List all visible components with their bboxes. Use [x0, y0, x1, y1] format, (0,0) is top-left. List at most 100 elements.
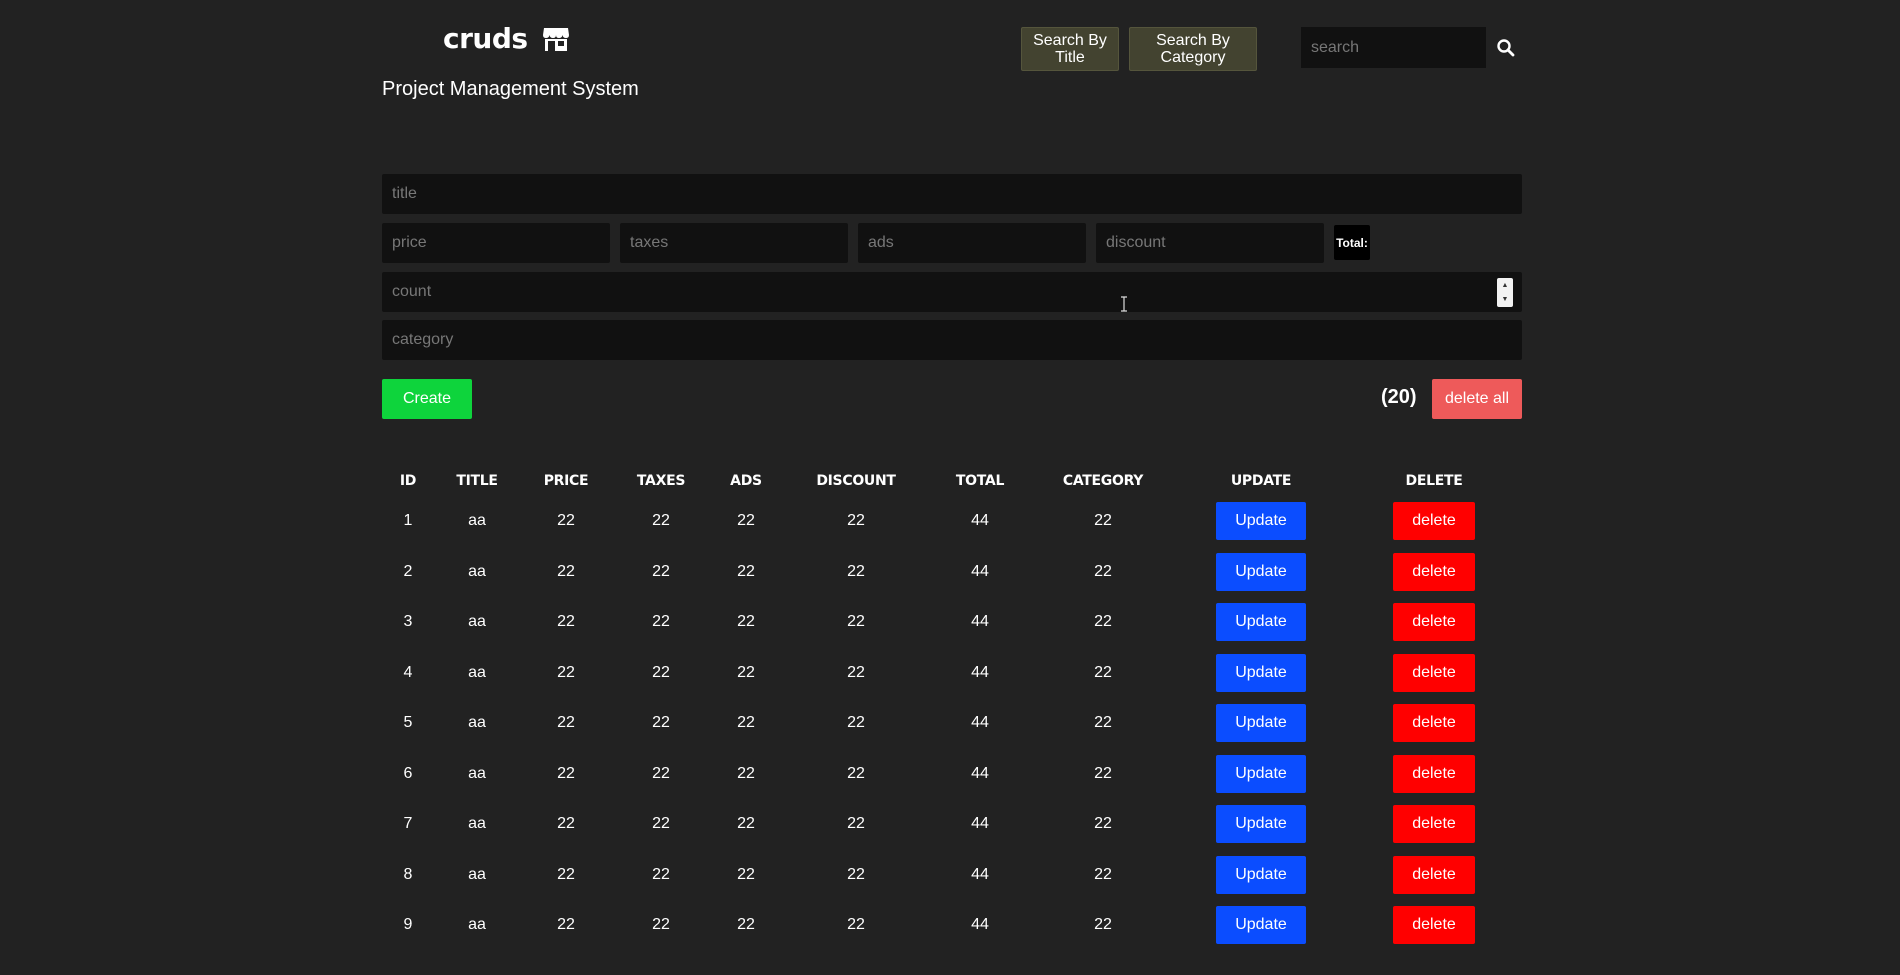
cell-discount: 22	[847, 613, 865, 631]
cell-update: Update	[1176, 597, 1346, 648]
cell-taxes: 22	[652, 916, 670, 934]
chevron-down-icon[interactable]: ▼	[1502, 296, 1509, 303]
update-button[interactable]: Update	[1216, 855, 1306, 894]
update-button[interactable]: Update	[1216, 603, 1306, 642]
update-button[interactable]: Update	[1216, 552, 1306, 591]
column-header-discount: DISCOUNT	[816, 473, 896, 489]
update-button[interactable]: Update	[1216, 754, 1306, 793]
cell-title: aa	[468, 714, 486, 732]
count-stepper[interactable]: ▲ ▼	[1497, 278, 1513, 307]
delete-button[interactable]: delete	[1393, 906, 1475, 945]
cell-category: 22	[1094, 714, 1112, 732]
cell-id: 3	[403, 613, 413, 631]
cell-discount: 22	[847, 512, 865, 530]
cell-category: 22	[1094, 815, 1112, 833]
products-table: ID TITLE PRICE TAXES ADS DISCOUNT TOTAL …	[382, 466, 1522, 951]
brand-name: cruds	[443, 22, 528, 55]
cell-id: 2	[403, 562, 413, 580]
delete-button[interactable]: delete	[1393, 704, 1475, 743]
text-cursor-icon	[1121, 296, 1127, 312]
update-button[interactable]: Update	[1216, 653, 1306, 692]
cell-ads: 22	[737, 916, 755, 934]
cell-taxes: 22	[652, 562, 670, 580]
cell-price: 22	[557, 815, 575, 833]
table-row: 1 aa 22 22 22 22 44 22 Update delete	[382, 496, 1522, 547]
delete-button[interactable]: delete	[1393, 603, 1475, 642]
cell-category: 22	[1094, 562, 1112, 580]
cell-category: 22	[1094, 865, 1112, 883]
discount-field[interactable]	[1096, 223, 1324, 263]
delete-button[interactable]: delete	[1393, 855, 1475, 894]
table-row: 4 aa 22 22 22 22 44 22 Update delete	[382, 648, 1522, 699]
update-button[interactable]: Update	[1216, 805, 1306, 844]
delete-button[interactable]: delete	[1393, 502, 1475, 541]
cell-title: aa	[468, 865, 486, 883]
delete-button[interactable]: delete	[1393, 653, 1475, 692]
cell-delete: delete	[1346, 698, 1522, 749]
cell-delete: delete	[1346, 648, 1522, 699]
chevron-up-icon[interactable]: ▲	[1502, 282, 1509, 289]
cell-id: 7	[403, 815, 413, 833]
cell-total: 44	[971, 562, 989, 580]
cell-ads: 22	[737, 815, 755, 833]
column-header-price: PRICE	[543, 473, 589, 489]
page: cruds Project Management System Search B…	[382, 0, 1522, 975]
cell-category: 22	[1094, 663, 1112, 681]
cell-total: 44	[971, 815, 989, 833]
search-by-title-button[interactable]: Search By Title	[1021, 27, 1119, 71]
cell-price: 22	[557, 512, 575, 530]
cell-price: 22	[557, 562, 575, 580]
update-button[interactable]: Update	[1216, 502, 1306, 541]
cell-discount: 22	[847, 815, 865, 833]
cell-category: 22	[1094, 764, 1112, 782]
table-header-row: ID TITLE PRICE TAXES ADS DISCOUNT TOTAL …	[382, 466, 1522, 496]
cell-update: Update	[1176, 648, 1346, 699]
cell-total: 44	[971, 663, 989, 681]
delete-button[interactable]: delete	[1393, 754, 1475, 793]
cell-price: 22	[557, 764, 575, 782]
column-header-id: ID	[399, 473, 417, 489]
cell-title: aa	[468, 613, 486, 631]
cell-id: 4	[403, 663, 413, 681]
delete-all-button[interactable]: delete all	[1432, 379, 1522, 419]
cell-title: aa	[468, 562, 486, 580]
search-icon[interactable]	[1496, 38, 1516, 58]
cell-total: 44	[971, 764, 989, 782]
cell-update: Update	[1176, 850, 1346, 901]
cell-update: Update	[1176, 900, 1346, 951]
cell-delete: delete	[1346, 799, 1522, 850]
search-by-category-button[interactable]: Search By Category	[1129, 27, 1257, 71]
cell-discount: 22	[847, 865, 865, 883]
cell-category: 22	[1094, 613, 1112, 631]
ads-field[interactable]	[858, 223, 1086, 263]
cell-title: aa	[468, 663, 486, 681]
cell-title: aa	[468, 764, 486, 782]
title-field[interactable]	[382, 174, 1522, 214]
count-field[interactable]	[382, 272, 1522, 312]
price-field[interactable]	[382, 223, 610, 263]
cell-ads: 22	[737, 865, 755, 883]
update-button[interactable]: Update	[1216, 906, 1306, 945]
table-row: 3 aa 22 22 22 22 44 22 Update delete	[382, 597, 1522, 648]
search-input[interactable]	[1301, 27, 1486, 68]
delete-button[interactable]: delete	[1393, 805, 1475, 844]
cell-price: 22	[557, 714, 575, 732]
cell-total: 44	[971, 865, 989, 883]
cell-total: 44	[971, 714, 989, 732]
update-button[interactable]: Update	[1216, 704, 1306, 743]
cell-ads: 22	[737, 764, 755, 782]
cell-taxes: 22	[652, 815, 670, 833]
table-row: 9 aa 22 22 22 22 44 22 Update delete	[382, 900, 1522, 951]
cell-category: 22	[1094, 916, 1112, 934]
cell-delete: delete	[1346, 900, 1522, 951]
cell-delete: delete	[1346, 547, 1522, 598]
cell-price: 22	[557, 916, 575, 934]
cell-price: 22	[557, 865, 575, 883]
store-icon	[542, 27, 569, 51]
cell-delete: delete	[1346, 749, 1522, 800]
delete-button[interactable]: delete	[1393, 552, 1475, 591]
category-field[interactable]	[382, 320, 1522, 360]
create-button[interactable]: Create	[382, 379, 472, 419]
taxes-field[interactable]	[620, 223, 848, 263]
total-display: Total:	[1334, 225, 1370, 260]
